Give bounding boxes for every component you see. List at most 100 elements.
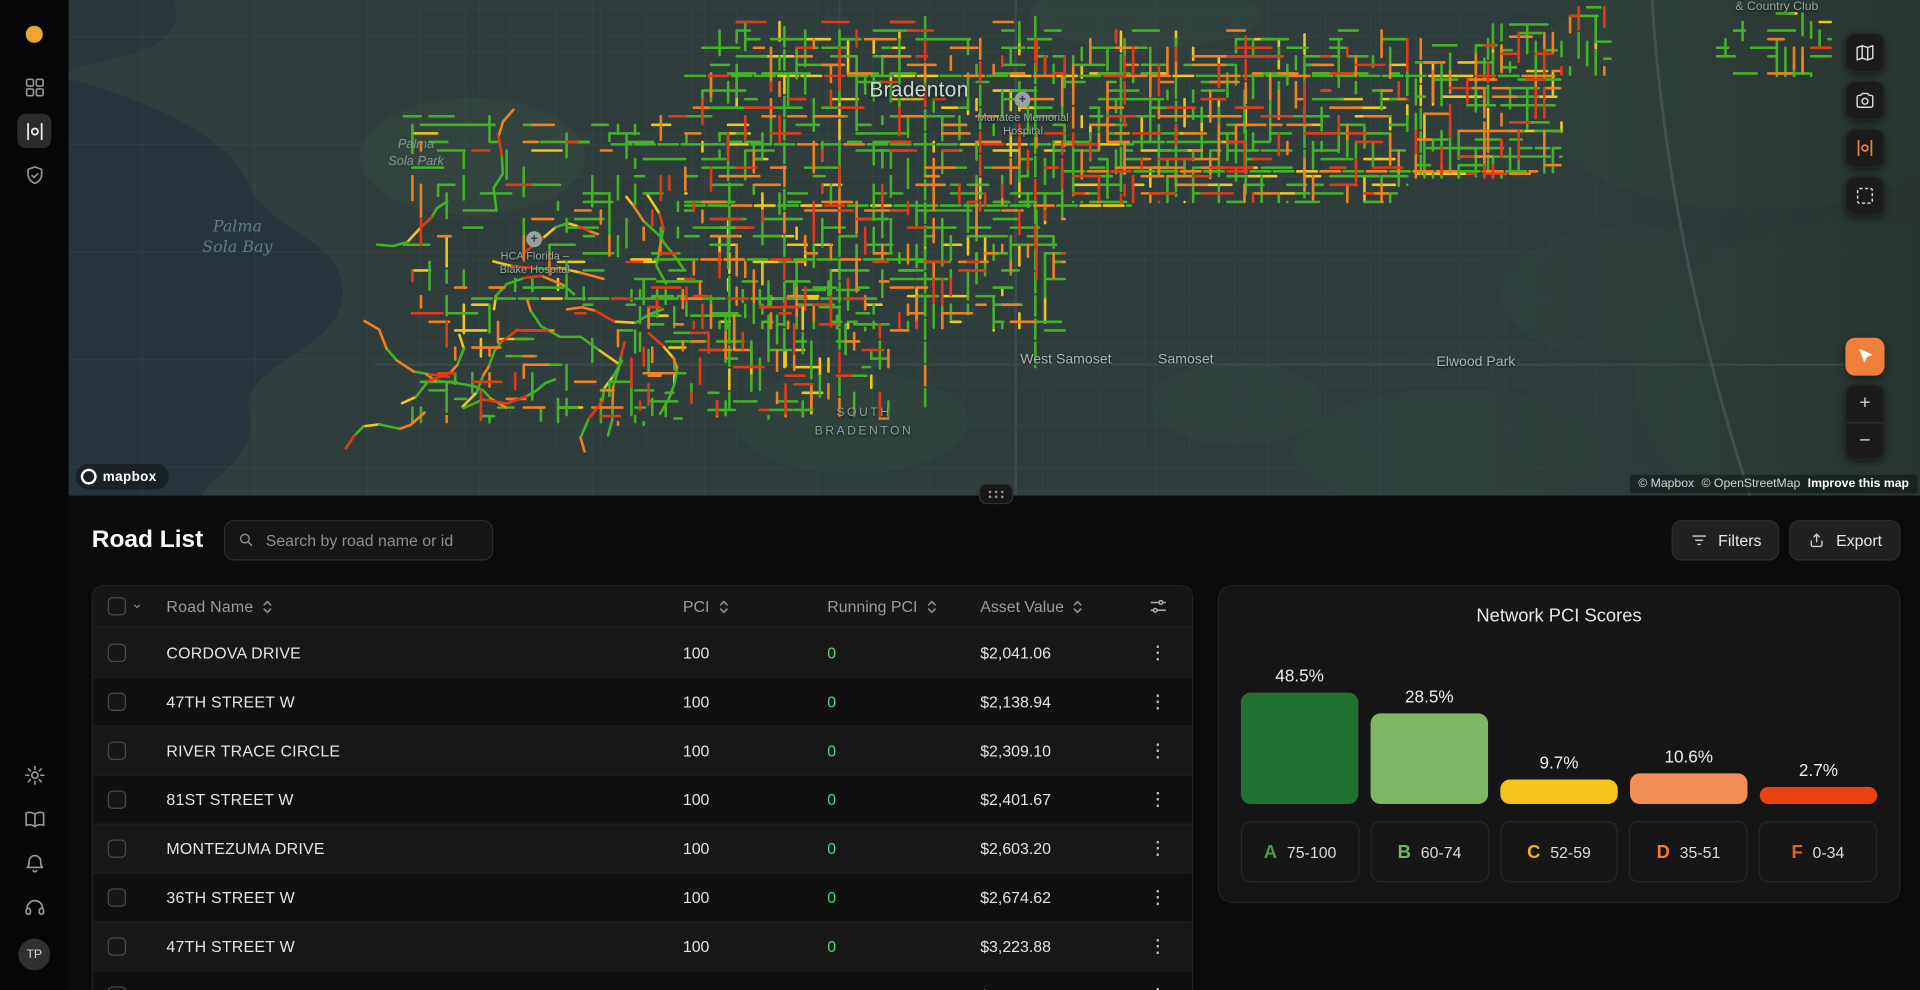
row-checkbox[interactable] <box>108 742 126 760</box>
pci-bar[interactable] <box>1630 773 1747 804</box>
road-table: Road Name PCI Running PCI <box>92 585 1193 990</box>
legend-range: 75-100 <box>1287 843 1337 861</box>
road-name: 50TH STREET W <box>149 986 683 990</box>
pci-bar-group: 48.5% <box>1241 666 1358 804</box>
road-name: RIVER TRACE CIRCLE <box>149 742 683 760</box>
brand-logo[interactable] <box>26 26 43 43</box>
legend-item[interactable]: D 35-51 <box>1629 821 1747 882</box>
docs-button[interactable] <box>22 806 46 830</box>
asset-value: $2,309.10 <box>980 742 1121 760</box>
row-checkbox[interactable] <box>108 643 126 661</box>
map-icon <box>1854 42 1876 64</box>
row-checkbox[interactable] <box>108 888 126 906</box>
row-menu-icon[interactable]: ⋮ <box>1148 791 1166 809</box>
map-attribution: © Mapbox © OpenStreetMap Improve this ma… <box>1630 475 1918 493</box>
select-all-checkbox[interactable] <box>108 597 126 615</box>
pci-bar[interactable] <box>1500 780 1617 804</box>
column-header-asset-value[interactable]: Asset Value <box>980 597 1121 615</box>
running-pci-value: 0 <box>827 937 980 955</box>
pci-bar[interactable] <box>1760 787 1877 804</box>
sidebar-item-roads[interactable] <box>17 114 51 148</box>
table-body: CORDOVA DRIVE 100 0 $2,041.06 ⋮ 47TH STR… <box>93 628 1192 990</box>
improve-map-link[interactable]: Improve this map <box>1808 477 1909 490</box>
column-header-road-name[interactable]: Road Name <box>149 597 683 615</box>
table-row[interactable]: CORDOVA DRIVE 100 0 $2,041.06 ⋮ <box>93 628 1192 677</box>
pci-value: 100 <box>683 791 827 809</box>
legend-item[interactable]: C 52-59 <box>1500 821 1618 882</box>
road-name: 47TH STREET W <box>149 937 683 955</box>
export-button[interactable]: Export <box>1790 519 1901 559</box>
map-resize-handle[interactable] <box>979 483 1013 504</box>
pci-bar-group: 2.7% <box>1760 760 1877 804</box>
row-menu-icon[interactable]: ⋮ <box>1148 693 1166 711</box>
row-checkbox[interactable] <box>108 791 126 809</box>
row-menu-icon[interactable]: ⋮ <box>1148 986 1166 990</box>
legend-item[interactable]: B 60-74 <box>1370 821 1488 882</box>
sort-icon <box>1071 598 1084 615</box>
legend-grade-letter: B <box>1398 841 1411 862</box>
road-layer-button[interactable] <box>1845 128 1884 167</box>
table-row[interactable]: 36TH STREET W 100 0 $2,674.62 ⋮ <box>93 873 1192 922</box>
row-menu-icon[interactable]: ⋮ <box>1148 742 1166 760</box>
asset-value: $2,138.94 <box>980 693 1121 711</box>
zoom-out-button[interactable]: − <box>1847 422 1884 459</box>
asset-value: $2,603.20 <box>980 839 1121 857</box>
screenshot-button[interactable] <box>1845 81 1884 120</box>
map-canvas[interactable]: Bradenton Palma Sola Bay Palma Sola Park… <box>69 0 1920 496</box>
attrib-mapbox-link[interactable]: © Mapbox <box>1638 477 1694 490</box>
row-menu-icon[interactable]: ⋮ <box>1148 937 1166 955</box>
sidebar-item-quality[interactable] <box>17 158 51 192</box>
table-row[interactable]: MONTEZUMA DRIVE 100 0 $2,603.20 ⋮ <box>93 824 1192 873</box>
legend-item[interactable]: A 75-100 <box>1241 821 1359 882</box>
search-input[interactable] <box>263 529 480 550</box>
bar-percentage-label: 9.7% <box>1539 753 1578 773</box>
road-name: 36TH STREET W <box>149 888 683 906</box>
road-name: MONTEZUMA DRIVE <box>149 839 683 857</box>
network-pci-card: Network PCI Scores 48.5% 28.5% <box>1218 585 1901 903</box>
column-settings-icon[interactable] <box>1147 596 1168 617</box>
column-header-running-pci[interactable]: Running PCI <box>827 597 980 615</box>
legend-grade-letter: C <box>1527 841 1540 862</box>
legend-item[interactable]: F 0-34 <box>1759 821 1877 882</box>
legend-range: 35-51 <box>1680 843 1721 861</box>
chevron-down-icon[interactable] <box>132 600 142 613</box>
support-button[interactable] <box>22 895 46 919</box>
sidebar-item-dashboard[interactable] <box>17 70 51 104</box>
notifications-button[interactable] <box>22 850 46 874</box>
pci-value: 100 <box>683 986 827 990</box>
headset-icon <box>23 895 46 918</box>
table-row[interactable]: 81ST STREET W 100 0 $2,401.67 ⋮ <box>93 775 1192 824</box>
road-name: 81ST STREET W <box>149 791 683 809</box>
user-avatar[interactable]: TP <box>18 939 50 971</box>
row-menu-icon[interactable]: ⋮ <box>1148 888 1166 906</box>
filters-button[interactable]: Filters <box>1672 519 1780 559</box>
pci-bar[interactable] <box>1371 713 1488 804</box>
row-checkbox[interactable] <box>108 693 126 711</box>
road-width-icon <box>1854 137 1876 159</box>
asset-value: $2,041.06 <box>980 643 1121 661</box>
map-style-button[interactable] <box>1845 33 1884 72</box>
table-row[interactable]: RIVER TRACE CIRCLE 100 0 $2,309.10 ⋮ <box>93 726 1192 775</box>
filter-icon <box>1690 530 1708 548</box>
row-menu-icon[interactable]: ⋮ <box>1148 839 1166 857</box>
road-name: CORDOVA DRIVE <box>149 643 683 661</box>
zoom-in-button[interactable]: + <box>1847 385 1884 422</box>
table-row[interactable]: 47TH STREET W 100 0 $2,138.94 ⋮ <box>93 677 1192 726</box>
column-header-pci[interactable]: PCI <box>683 597 827 615</box>
row-checkbox[interactable] <box>108 986 126 990</box>
row-menu-icon[interactable]: ⋮ <box>1148 643 1166 661</box>
pci-bar[interactable] <box>1241 693 1358 804</box>
asset-value: $3,223.88 <box>980 937 1121 955</box>
mapbox-logo[interactable]: mapbox <box>76 464 169 490</box>
row-checkbox[interactable] <box>108 839 126 857</box>
map-toolbar <box>1845 33 1884 215</box>
cursor-tool-button[interactable] <box>1845 338 1884 376</box>
box-select-button[interactable] <box>1845 176 1884 215</box>
table-row[interactable]: 47TH STREET W 100 0 $3,223.88 ⋮ <box>93 921 1192 970</box>
table-row[interactable]: 50TH STREET W 100 0 $3,404.71 ⋮ <box>93 970 1192 990</box>
settings-button[interactable] <box>22 762 46 786</box>
attrib-osm-link[interactable]: © OpenStreetMap <box>1702 477 1801 490</box>
row-checkbox[interactable] <box>108 937 126 955</box>
running-pci-value: 0 <box>827 791 980 809</box>
running-pci-value: 0 <box>827 839 980 857</box>
